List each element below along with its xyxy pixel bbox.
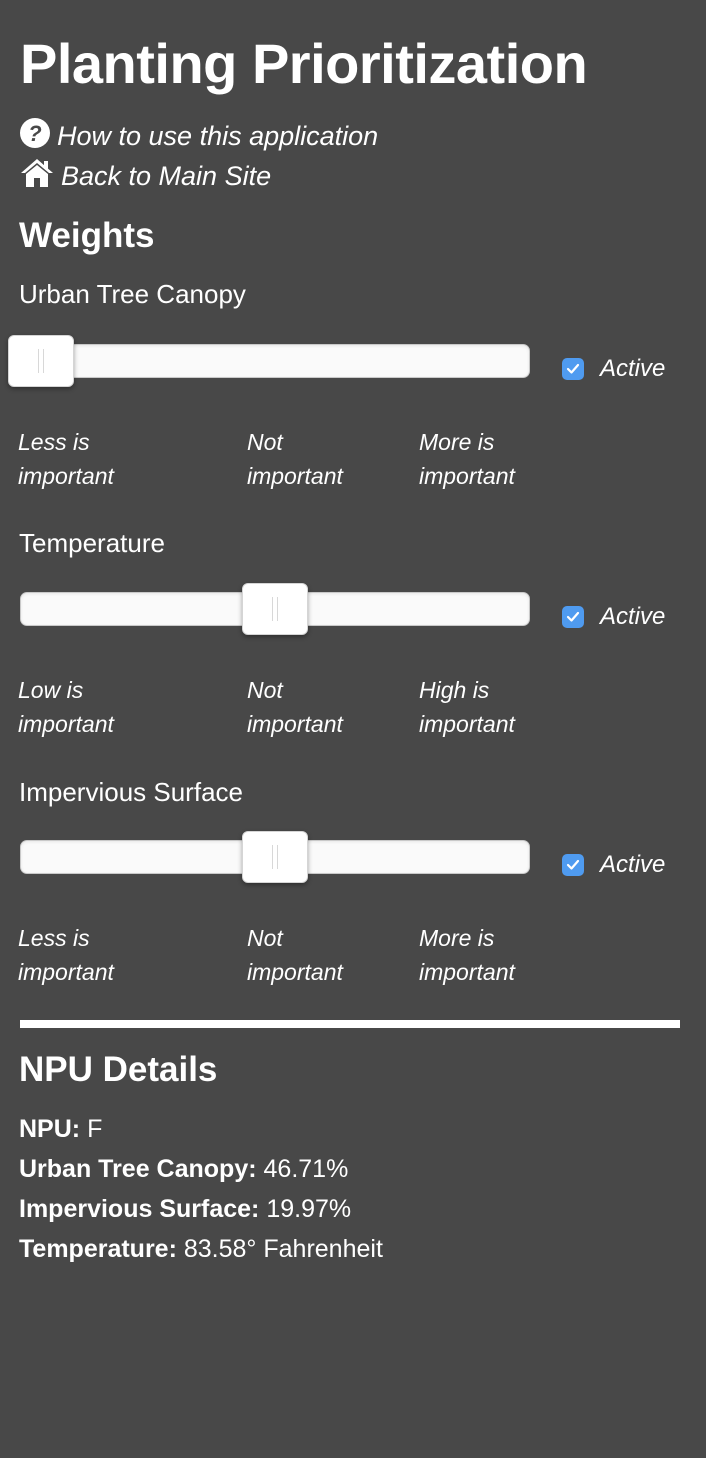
weight-slider-track[interactable]	[8, 335, 530, 387]
weight-slider-track[interactable]	[20, 831, 530, 883]
checkmark-icon	[566, 611, 580, 622]
weight-slider-handle[interactable]	[242, 831, 308, 883]
active-toggle[interactable]: Active	[562, 851, 665, 879]
npu-detail-row: Temperature: 83.58° Fahrenheit	[19, 1233, 383, 1265]
factor-label: Temperature	[19, 528, 165, 558]
active-label: Active	[600, 603, 666, 630]
active-label: Active	[600, 851, 666, 878]
help-link-label: How to use this application	[57, 120, 379, 151]
weights-heading: Weights	[19, 216, 155, 255]
home-icon	[19, 157, 61, 196]
active-toggle[interactable]: Active	[562, 603, 665, 631]
help-link[interactable]: ? How to use this application	[19, 117, 379, 156]
scale-mid-label: Not important	[247, 677, 343, 737]
section-divider	[20, 1020, 680, 1028]
weight-slider-handle[interactable]	[8, 335, 74, 387]
npu-details-heading: NPU Details	[19, 1050, 218, 1089]
page-title: Planting Prioritization	[20, 32, 588, 95]
active-checkbox[interactable]	[562, 854, 584, 876]
scale-right-label: More is important	[419, 429, 515, 489]
grip-icon	[272, 845, 278, 869]
active-checkbox[interactable]	[562, 606, 584, 628]
weight-slider-handle[interactable]	[242, 583, 308, 635]
detail-value: F	[87, 1115, 103, 1143]
npu-detail-row: Urban Tree Canopy: 46.71%	[19, 1153, 348, 1185]
detail-value: 19.97%	[266, 1195, 352, 1223]
checkmark-icon	[566, 363, 580, 374]
weight-slider-track[interactable]	[20, 583, 530, 635]
active-label: Active	[600, 355, 666, 382]
detail-label: Impervious Surface:	[19, 1195, 260, 1223]
detail-label: Temperature:	[19, 1235, 177, 1263]
active-checkbox[interactable]	[562, 358, 584, 380]
npu-detail-row: NPU: F	[19, 1113, 102, 1145]
scale-right-label: High is important	[419, 677, 515, 737]
question-circle-icon: ?	[19, 117, 57, 156]
npu-detail-row: Impervious Surface: 19.97%	[19, 1193, 351, 1225]
detail-value: 83.58° Fahrenheit	[183, 1235, 383, 1263]
scale-left-label: Less is important	[18, 925, 114, 985]
grip-icon	[272, 597, 278, 621]
active-toggle[interactable]: Active	[562, 355, 665, 383]
checkmark-icon	[566, 859, 580, 870]
home-link-label: Back to Main Site	[61, 160, 272, 191]
scale-mid-label: Not important	[247, 429, 343, 489]
sidebar-panel: Planting Prioritization ? How to use thi…	[0, 0, 706, 1458]
factor-label: Urban Tree Canopy	[19, 279, 246, 309]
factor-label: Impervious Surface	[19, 777, 243, 807]
scale-left-label: Less is important	[18, 429, 114, 489]
home-link[interactable]: Back to Main Site	[19, 157, 272, 196]
grip-icon	[38, 349, 44, 373]
detail-label: Urban Tree Canopy:	[19, 1155, 257, 1183]
scale-right-label: More is important	[419, 925, 515, 985]
svg-text:?: ?	[28, 121, 41, 146]
detail-value: 46.71%	[263, 1155, 349, 1183]
scale-left-label: Low is important	[18, 677, 114, 737]
scale-mid-label: Not important	[247, 925, 343, 985]
detail-label: NPU:	[19, 1115, 81, 1143]
